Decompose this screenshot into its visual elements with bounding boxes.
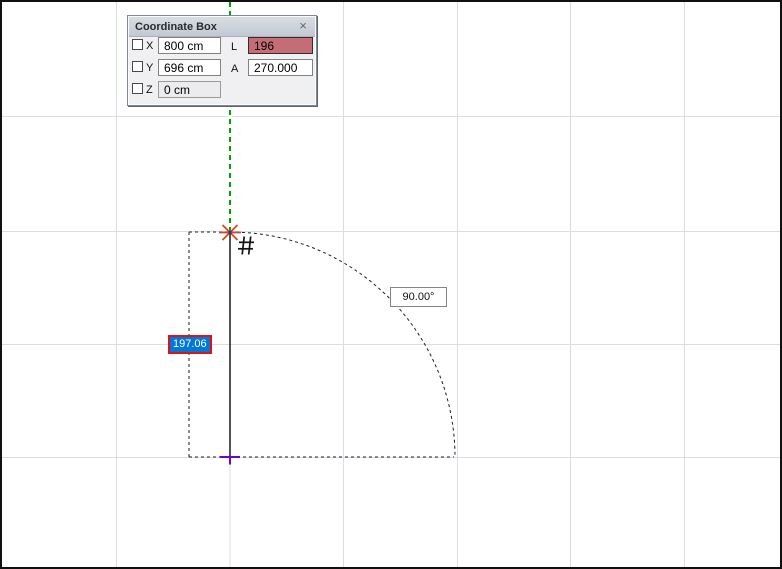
angle-tracker-badge: 90.00° — [390, 287, 447, 307]
dialog-title[interactable]: Coordinate Box — [129, 17, 315, 37]
coordinate-box-dialog: Coordinate Box × X Y Z L A — [127, 15, 317, 106]
z-lock-checkbox[interactable] — [132, 83, 143, 94]
x-axis-label: X — [146, 40, 153, 52]
z-axis-label: Z — [146, 84, 153, 96]
x-coordinate-field[interactable] — [158, 37, 221, 54]
y-axis-label: Y — [146, 62, 153, 74]
angle-field[interactable] — [248, 59, 313, 76]
angle-label: A — [231, 63, 238, 75]
length-tracker-input[interactable]: 197.06 — [168, 335, 212, 354]
snap-dot — [229, 231, 232, 234]
application-window: 90.00° 197.06 Coordinate Box × X Y Z L A — [0, 0, 782, 569]
y-coordinate-field[interactable] — [158, 59, 221, 76]
close-icon[interactable]: × — [297, 20, 309, 33]
cursor-stroke — [249, 237, 251, 255]
anchor-cross — [220, 457, 240, 465]
length-field[interactable] — [248, 37, 313, 54]
drawing-canvas[interactable] — [2, 2, 782, 569]
grid-lines — [2, 2, 782, 569]
x-lock-checkbox[interactable] — [132, 39, 143, 50]
cursor-stroke — [242, 237, 244, 255]
crosshatch-cursor-icon — [238, 237, 254, 255]
y-lock-checkbox[interactable] — [132, 61, 143, 72]
length-label: L — [231, 41, 237, 53]
z-coordinate-field — [158, 81, 221, 98]
